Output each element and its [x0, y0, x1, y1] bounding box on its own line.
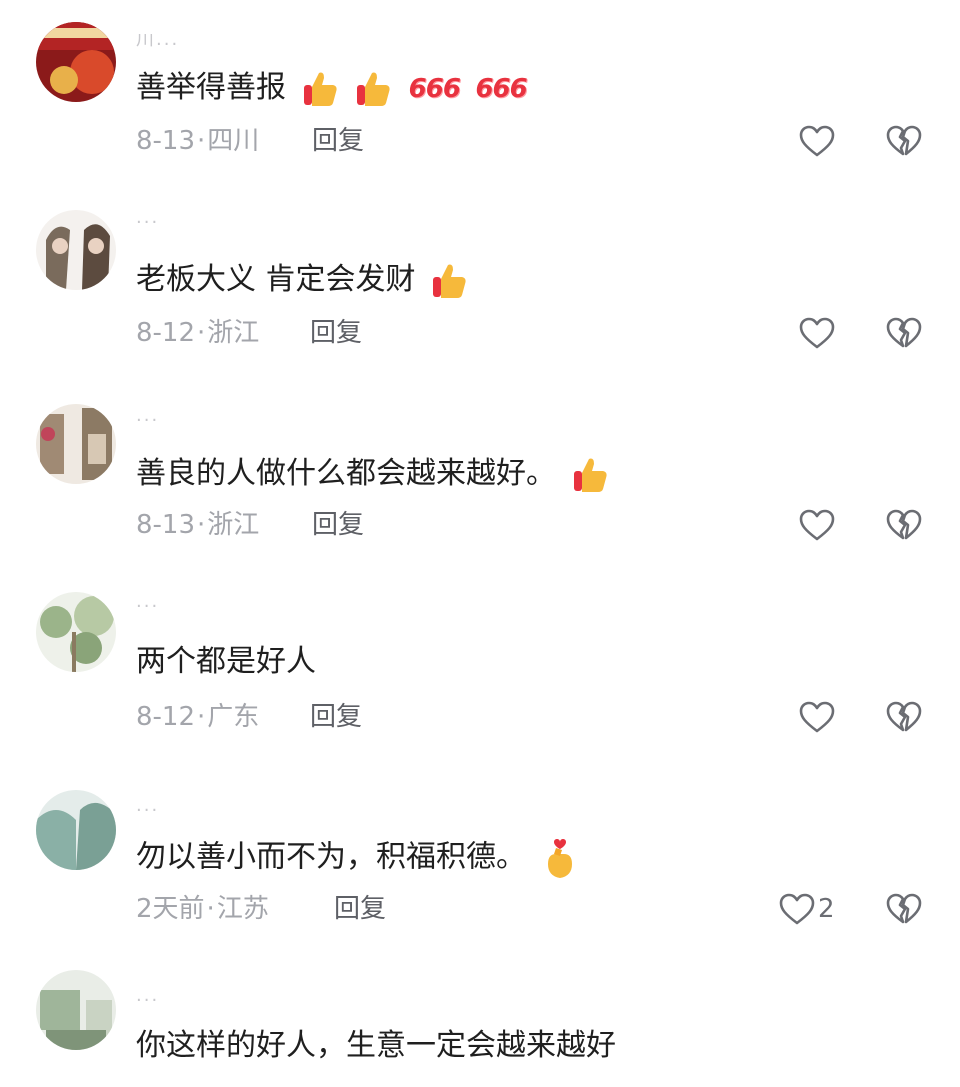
avatar[interactable] — [36, 592, 116, 672]
meta-separator: · — [197, 318, 206, 348]
comment-text: 两个都是好人 — [136, 642, 316, 682]
dislike-broken-heart-icon[interactable] — [886, 700, 922, 734]
comment-date: 8-13 — [136, 126, 196, 156]
comment-location: 浙江 — [207, 510, 260, 540]
comment-location: 广东 — [207, 702, 260, 732]
comment-meta: 8-12·广东 — [136, 700, 259, 734]
username[interactable]: ... — [136, 990, 159, 1010]
six-six-six-emoji-icon: 666 — [408, 73, 461, 104]
comment-meta: 2天前·江苏 — [136, 892, 269, 926]
comment-location: 江苏 — [216, 894, 269, 924]
six-six-six-emoji-icon: 666 — [475, 73, 527, 104]
username[interactable]: ... — [136, 596, 159, 616]
comment-text-content: 老板大义 肯定会发财 — [136, 262, 416, 297]
comment-text-content: 善良的人做什么都会越来越好。 — [136, 456, 556, 491]
comment-date: 8-12 — [136, 318, 196, 348]
comment-item: ... 善良的人做什么都会越来越好。 8-13·浙江 回复 — [0, 384, 960, 576]
comment-text: 善良的人做什么都会越来越好。 — [136, 454, 610, 495]
comment-date: 8-12 — [136, 702, 196, 732]
like-heart-icon[interactable] — [778, 892, 816, 926]
comment-text: 勿以善小而不为，积福积德。 — [136, 836, 580, 880]
reply-button[interactable]: 回复 — [334, 892, 386, 926]
thumbs-up-emoji-icon — [429, 261, 469, 301]
comment-item: ... 你这样的好人，生意一定会越来越好 — [0, 960, 960, 1087]
comment-text: 你这样的好人，生意一定会越来越好 — [136, 1026, 616, 1066]
reply-button[interactable]: 回复 — [312, 508, 364, 542]
comment-location: 浙江 — [207, 318, 260, 348]
dislike-broken-heart-icon[interactable] — [886, 124, 922, 158]
reply-button[interactable]: 回复 — [312, 124, 364, 158]
avatar[interactable] — [36, 210, 116, 290]
dislike-broken-heart-icon[interactable] — [886, 508, 922, 542]
reply-button[interactable]: 回复 — [310, 316, 362, 350]
reply-button[interactable]: 回复 — [310, 700, 362, 734]
avatar[interactable] — [36, 404, 116, 484]
thumbs-up-emoji-icon — [353, 69, 393, 109]
dislike-broken-heart-icon[interactable] — [886, 892, 922, 926]
comment-meta: 8-12·浙江 — [136, 316, 259, 350]
avatar[interactable] — [36, 970, 116, 1050]
username[interactable]: ... — [136, 212, 159, 232]
dislike-broken-heart-icon[interactable] — [886, 316, 922, 350]
finger-heart-emoji-icon — [540, 836, 580, 880]
comment-text-content: 两个都是好人 — [136, 644, 316, 679]
username[interactable]: 川... — [136, 34, 179, 54]
like-heart-icon[interactable] — [798, 700, 836, 734]
comment-text-content: 善举得善报 — [136, 70, 286, 105]
avatar[interactable] — [36, 22, 116, 102]
comment-text: 善举得善报 666 666 — [136, 68, 528, 109]
comment-text-content: 你这样的好人，生意一定会越来越好 — [136, 1028, 616, 1063]
meta-separator: · — [197, 126, 206, 156]
comment-date: 8-13 — [136, 510, 196, 540]
like-count: 2 — [818, 894, 835, 924]
meta-separator: · — [197, 702, 206, 732]
comment-meta: 8-13·四川 — [136, 124, 259, 158]
comment-location: 四川 — [207, 126, 260, 156]
comment-item: ... 勿以善小而不为，积福积德。 2天前·江苏 回复 2 — [0, 768, 960, 960]
comment-meta: 8-13·浙江 — [136, 508, 259, 542]
meta-separator: · — [206, 894, 215, 924]
like-heart-icon[interactable] — [798, 124, 836, 158]
comment-item: ... 老板大义 肯定会发财 8-12·浙江 回复 — [0, 192, 960, 384]
username[interactable]: ... — [136, 410, 159, 430]
comment-date: 2天前 — [136, 894, 205, 924]
avatar[interactable] — [36, 790, 116, 870]
comment-item: 川... 善举得善报 666 666 8-13·四川 回复 — [0, 0, 960, 192]
comment-text: 老板大义 肯定会发财 — [136, 260, 469, 301]
like-heart-icon[interactable] — [798, 316, 836, 350]
username[interactable]: ... — [136, 800, 159, 820]
like-heart-icon[interactable] — [798, 508, 836, 542]
comment-item: ... 两个都是好人 8-12·广东 回复 — [0, 576, 960, 768]
thumbs-up-emoji-icon — [300, 69, 340, 109]
thumbs-up-emoji-icon — [570, 455, 610, 495]
comment-text-content: 勿以善小而不为，积福积德。 — [136, 839, 526, 875]
meta-separator: · — [197, 510, 206, 540]
